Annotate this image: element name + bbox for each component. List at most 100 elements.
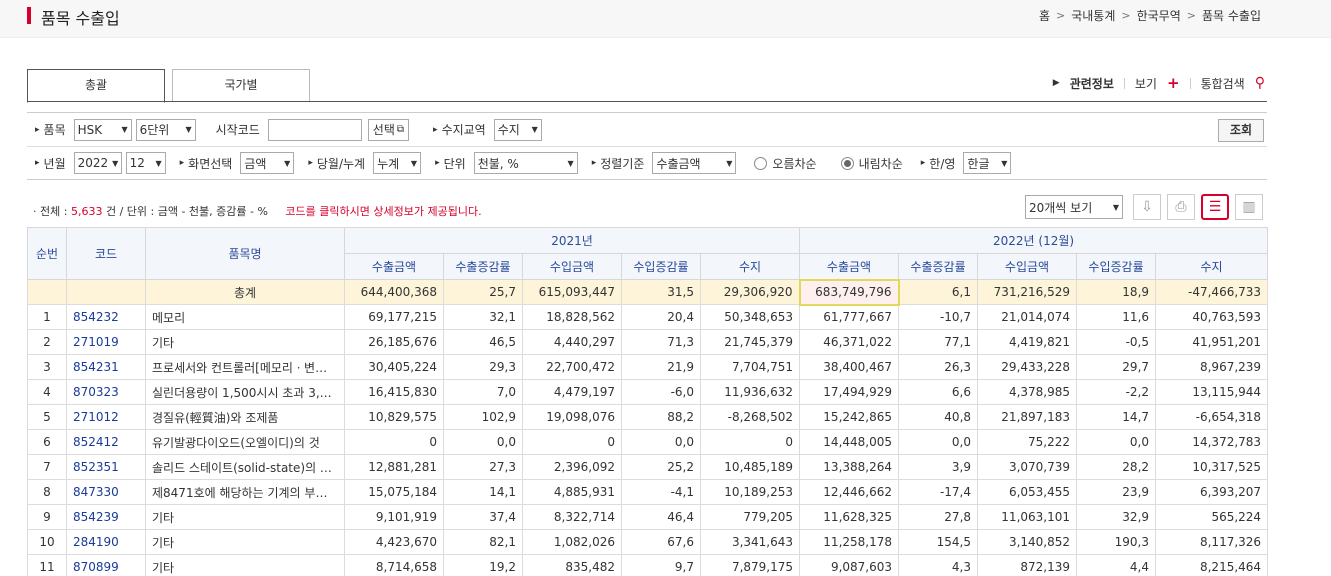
per-page-select[interactable]: 20개씩 보기 ▼: [1025, 195, 1123, 219]
row-value: -8,268,502: [699, 404, 801, 430]
tab-divider: [27, 101, 1267, 102]
row-value: 17,494,929: [799, 379, 900, 405]
row-code-link[interactable]: 852351: [66, 454, 146, 480]
breadcrumb-home[interactable]: 홈: [1039, 7, 1050, 24]
related-info-link[interactable]: 관련정보: [1070, 75, 1114, 92]
triangle-right-icon: ▸: [179, 158, 185, 168]
total-cell: 25,7: [443, 279, 523, 305]
row-value: 4,3: [898, 554, 979, 576]
row-value: 4,378,985: [977, 379, 1078, 405]
toolbar: 20개씩 보기 ▼ ⇩ ⎙ ☰ ▥: [1025, 194, 1263, 220]
row-code-link[interactable]: 847330: [66, 479, 146, 505]
row-value: 77,1: [898, 329, 979, 355]
tab-summary[interactable]: 총괄: [27, 69, 165, 103]
plus-icon[interactable]: +: [1167, 74, 1180, 92]
row-code-link[interactable]: 284190: [66, 529, 146, 555]
chevron-down-icon: ▼: [567, 158, 574, 168]
desc-radio[interactable]: [840, 156, 854, 170]
row-code-link[interactable]: 870899: [66, 554, 146, 576]
header-import-amount: 수입금액: [522, 253, 622, 280]
row-code-link[interactable]: 271012: [66, 404, 146, 430]
year-select[interactable]: 2022 ▼: [73, 152, 122, 174]
filter-row-1: ▸ 품목 HSK ▼ 6단위 ▼ 시작코드 선택 ⧉ ▸ 수지교역 수지 ▼ 조회: [27, 113, 1267, 146]
row-value: 29,3: [443, 354, 523, 380]
table-row: 1 854232 메모리 69,177,215 32,1 18,828,562 20,4 50…: [27, 304, 1269, 330]
header-export-amount: 수출금액: [344, 253, 444, 280]
chevron-down-icon: ▼: [121, 125, 128, 134]
query-button[interactable]: 조회: [1218, 119, 1264, 142]
start-code-input[interactable]: [267, 118, 362, 141]
row-code-link[interactable]: 852412: [66, 429, 146, 455]
row-value: 20,4: [621, 304, 701, 330]
trade-select[interactable]: 수지 ▼: [493, 118, 542, 141]
row-code-link[interactable]: 854231: [66, 354, 146, 380]
row-value: 29,433,228: [977, 354, 1078, 380]
right-links: ▶ 관련정보 보기 + 통합검색 ⚲: [1053, 74, 1265, 92]
row-code-link[interactable]: 854232: [66, 304, 146, 330]
item-label: 품목: [43, 123, 66, 137]
unit-select[interactable]: 천불, % ▼: [473, 152, 578, 174]
result-info: · 전체 : 5,633 건 / 단위 : 금액 - 천불, 증감률 - % 코…: [33, 203, 482, 219]
filter-row-2: ▸ 년월 2022 ▼ 12 ▼ ▸ 화면선택 금액 ▼ ▸ 당월/누계 누계 ▼ ▸ …: [27, 146, 1267, 179]
row-value: 154,5: [898, 529, 979, 555]
row-value: 18,828,562: [522, 304, 622, 330]
sort-select[interactable]: 수출금액 ▼: [652, 152, 737, 174]
total-label: 전체 :: [40, 205, 68, 218]
row-value: 75,222: [977, 429, 1078, 455]
row-value: 15,075,184: [344, 479, 444, 505]
total-cell-selected[interactable]: 683,749,796: [798, 278, 900, 306]
row-name: 기타: [145, 554, 345, 576]
search-icon[interactable]: ⚲: [1255, 75, 1265, 91]
row-name: 경질유(輕質油)와 조제품: [145, 404, 345, 430]
row-value: 7,0: [443, 379, 523, 405]
table-row: 6 852412 유기발광다이오드(오엘이디)의 것 0 0,0 0 0,0 0 14,448,…: [27, 429, 1269, 455]
row-value: 38,400,467: [799, 354, 900, 380]
month-select[interactable]: 12 ▼: [125, 152, 166, 174]
item-unit-select[interactable]: 6단위 ▼: [135, 118, 196, 141]
bullet: ·: [33, 205, 40, 218]
title-marker: [27, 7, 31, 24]
row-value: 0: [699, 429, 801, 455]
print-icon[interactable]: ⎙: [1167, 194, 1195, 220]
row-code-link[interactable]: 870323: [66, 379, 146, 405]
row-rank: 5: [27, 404, 67, 430]
row-value: 4,419,821: [977, 329, 1078, 355]
list-view-icon[interactable]: ☰: [1201, 194, 1229, 220]
row-code-link[interactable]: 854239: [66, 504, 146, 530]
chart-view-icon[interactable]: ▥: [1235, 194, 1263, 220]
total-cell: 615,093,447: [522, 279, 622, 305]
row-value: 10,189,253: [699, 479, 801, 505]
triangle-right-icon: ▶: [1052, 78, 1060, 88]
row-code-link[interactable]: 271019: [66, 329, 146, 355]
period-select[interactable]: 누계 ▼: [373, 152, 422, 174]
row-value: 32,1: [443, 304, 523, 330]
select-button[interactable]: 선택 ⧉: [367, 118, 410, 141]
integrated-search-link[interactable]: 통합검색: [1201, 75, 1245, 92]
row-value: 46,371,022: [799, 329, 900, 355]
row-value: 4,4: [1076, 554, 1157, 576]
row-value: 14,1: [443, 479, 523, 505]
tab-by-country[interactable]: 국가별: [172, 69, 310, 102]
row-value: 835,482: [522, 554, 622, 576]
total-cell: 18,9: [1076, 279, 1157, 305]
view-link[interactable]: 보기: [1135, 75, 1157, 92]
row-value: 0: [344, 429, 444, 455]
total-count: 5,633: [70, 205, 103, 218]
breadcrumb-domestic[interactable]: 국내통계: [1071, 7, 1115, 24]
row-name: 제8471호에 해당하는 기계의 부분품과 부속품: [145, 479, 345, 505]
row-value: 27,8: [898, 504, 979, 530]
download-icon[interactable]: ⇩: [1133, 194, 1161, 220]
chevron-right-icon: >: [1121, 9, 1131, 22]
breadcrumb-korea-trade[interactable]: 한국무역: [1137, 7, 1181, 24]
row-value: 22,700,472: [522, 354, 622, 380]
page-title: 품목 수출입: [41, 9, 120, 28]
item-class-select[interactable]: HSK ▼: [73, 118, 132, 141]
row-value: 11,258,178: [799, 529, 900, 555]
screen-select[interactable]: 금액 ▼: [240, 152, 295, 174]
asc-radio[interactable]: [754, 156, 768, 170]
trade-table: 순번 코드 품목명 2021년 2022년 (12월) 수출금액 수출증감률 수…: [27, 227, 1269, 576]
asc-label: 오름차순: [772, 156, 817, 171]
row-value: 2,396,092: [522, 454, 622, 480]
row-rank: 4: [27, 379, 67, 405]
lang-select[interactable]: 한글 ▼: [963, 152, 1012, 174]
